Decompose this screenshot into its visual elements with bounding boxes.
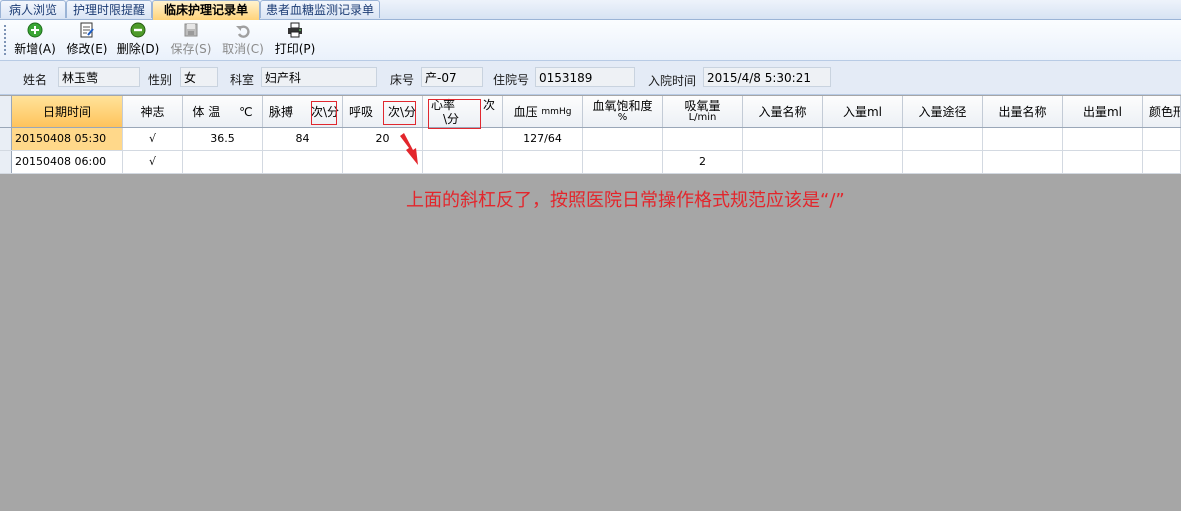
cell-output-name[interactable]: [983, 128, 1063, 150]
toolbar: 新增(A) 修改(E) 删除(D) 保存(S) 取消(C) 打印(P): [0, 20, 1181, 61]
delete-button-label: 删除(D): [116, 42, 160, 56]
cell-intake-route[interactable]: [903, 128, 983, 150]
patient-info-bar: 姓名 林玉莺 性别 女 科室 妇产科 床号 产-07 住院号 0153189 入…: [0, 61, 1181, 95]
col-intake-ml[interactable]: 入量ml: [823, 96, 903, 127]
col-output-ml[interactable]: 出量ml: [1063, 96, 1143, 127]
cell-datetime[interactable]: 20150408 06:00: [12, 151, 123, 173]
cell-heart-rate[interactable]: [423, 128, 503, 150]
cell-mind[interactable]: √: [123, 128, 183, 150]
cell-oxygen[interactable]: [663, 128, 743, 150]
col-blood-pressure[interactable]: 血压 mmHg: [503, 96, 583, 127]
sex-label: 性别: [148, 73, 173, 87]
tab-nursing-reminder[interactable]: 护理时限提醒: [66, 0, 152, 18]
save-disk-icon: [184, 23, 198, 37]
cell-intake-name[interactable]: [743, 128, 823, 150]
col-output-name[interactable]: 出量名称: [983, 96, 1063, 127]
admit-time-field[interactable]: 2015/4/8 5:30:21: [703, 67, 831, 87]
print-button-label: 打印(P): [274, 42, 316, 56]
tab-clinical-nursing-record[interactable]: 临床护理记录单: [152, 0, 260, 20]
col-oxygen[interactable]: 吸氧量 L/min: [663, 96, 743, 127]
highlight-box-pulse-unit: [311, 101, 337, 125]
tab-bar: 病人浏览 护理时限提醒 临床护理记录单 患者血糖监测记录单: [0, 0, 1181, 20]
grid-header: 日期时间 神志 体 温 ℃ 脉搏 次\分 呼吸 次\分 心率次 \分 血压 mmHg …: [0, 96, 1181, 128]
delete-button[interactable]: 删除(D): [114, 22, 162, 58]
cell-intake-ml[interactable]: [823, 151, 903, 173]
highlight-box-hr-unit: [428, 99, 481, 129]
col-mind[interactable]: 神志: [123, 96, 183, 127]
cell-datetime[interactable]: 20150408 05:30: [12, 128, 123, 150]
save-button[interactable]: 保存(S): [168, 22, 214, 58]
cell-temperature[interactable]: 36.5: [183, 128, 263, 150]
header-corner: [0, 96, 12, 127]
new-button[interactable]: 新增(A): [12, 22, 58, 58]
remove-icon: [130, 22, 146, 38]
table-row[interactable]: 20150408 05:30 √ 36.5 84 20 127/64: [0, 128, 1181, 151]
cell-temperature[interactable]: [183, 151, 263, 173]
admission-no-field[interactable]: 0153189: [535, 67, 635, 87]
cell-spo2[interactable]: [583, 128, 663, 150]
row-header[interactable]: [0, 151, 12, 173]
cell-pulse[interactable]: [263, 151, 343, 173]
cell-oxygen[interactable]: 2: [663, 151, 743, 173]
tab-patient-browse[interactable]: 病人浏览: [0, 0, 66, 18]
tab-blood-glucose-record[interactable]: 患者血糖监测记录单: [260, 0, 380, 18]
nursing-record-grid: 日期时间 神志 体 温 ℃ 脉搏 次\分 呼吸 次\分 心率次 \分 血压 mmHg …: [0, 96, 1181, 174]
cell-output-ml[interactable]: [1063, 128, 1143, 150]
annotation-text: 上面的斜杠反了，按照医院日常操作格式规范应该是“/”: [406, 190, 845, 211]
cell-blood-pressure[interactable]: 127/64: [503, 128, 583, 150]
cell-intake-ml[interactable]: [823, 128, 903, 150]
cell-output-ml[interactable]: [1063, 151, 1143, 173]
toolbar-grip[interactable]: [4, 25, 6, 55]
highlight-box-resp-unit: [383, 101, 416, 125]
save-button-label: 保存(S): [170, 42, 212, 56]
cell-heart-rate[interactable]: [423, 151, 503, 173]
cancel-button-label: 取消(C): [222, 42, 264, 56]
new-button-label: 新增(A): [14, 42, 56, 56]
patient-name-field[interactable]: 林玉莺: [58, 67, 140, 87]
col-datetime[interactable]: 日期时间: [12, 96, 123, 127]
patient-sex-field[interactable]: 女: [180, 67, 218, 87]
edit-button[interactable]: 修改(E): [64, 22, 110, 58]
admit-time-label: 入院时间: [648, 74, 697, 88]
col-intake-name[interactable]: 入量名称: [743, 96, 823, 127]
col-intake-route[interactable]: 入量途径: [903, 96, 983, 127]
cell-respiration[interactable]: 20: [343, 128, 423, 150]
name-label: 姓名: [23, 73, 48, 87]
cell-respiration[interactable]: [343, 151, 423, 173]
bed-label: 床号: [390, 73, 415, 87]
cell-intake-name[interactable]: [743, 151, 823, 173]
cell-color[interactable]: [1143, 128, 1181, 150]
printer-icon: [288, 22, 302, 38]
cell-blood-pressure[interactable]: [503, 151, 583, 173]
table-row[interactable]: 20150408 06:00 √ 2: [0, 151, 1181, 174]
add-icon: [27, 22, 43, 38]
cell-intake-route[interactable]: [903, 151, 983, 173]
cell-spo2[interactable]: [583, 151, 663, 173]
cell-output-name[interactable]: [983, 151, 1063, 173]
row-header[interactable]: [0, 128, 12, 150]
edit-document-icon: [80, 22, 94, 38]
col-color[interactable]: 颜色形: [1143, 96, 1181, 127]
cell-pulse[interactable]: 84: [263, 128, 343, 150]
cancel-button[interactable]: 取消(C): [220, 22, 266, 58]
patient-bed-field[interactable]: 产-07: [421, 67, 483, 87]
print-button[interactable]: 打印(P): [272, 22, 318, 58]
cell-mind[interactable]: √: [123, 151, 183, 173]
col-temperature[interactable]: 体 温 ℃: [183, 96, 263, 127]
col-spo2[interactable]: 血氧饱和度%: [583, 96, 663, 127]
dept-label: 科室: [230, 73, 255, 87]
undo-icon: [236, 25, 250, 38]
cell-color[interactable]: [1143, 151, 1181, 173]
patient-dept-field[interactable]: 妇产科: [261, 67, 377, 87]
edit-button-label: 修改(E): [66, 42, 108, 56]
admission-no-label: 住院号: [493, 73, 530, 87]
